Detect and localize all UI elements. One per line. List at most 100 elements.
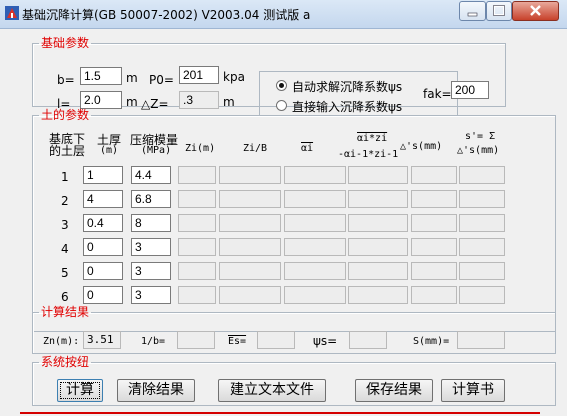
thickness-input[interactable]: 0	[83, 238, 123, 256]
thickness-input[interactable]: 4	[83, 190, 123, 208]
alpha-diff-cell	[348, 262, 408, 280]
clear-results-button[interactable]: 清除结果	[117, 379, 195, 402]
row-number: 2	[61, 194, 69, 208]
foundation-params-group: 基础参数 b= 1.5 m l= 2.0 m P0= 201 kpa △Z= .…	[32, 36, 506, 116]
modulus-input[interactable]: 6.8	[131, 190, 171, 208]
delta-s-cell	[411, 190, 457, 208]
header-thickness-unit: (m)	[100, 145, 119, 156]
divider-line	[20, 412, 540, 414]
p0-unit: kpa	[223, 70, 245, 84]
alpha-cell	[284, 190, 346, 208]
zib-cell	[219, 190, 281, 208]
es-label: Es=	[228, 336, 247, 347]
alpha-cell	[284, 214, 346, 232]
zi-cell	[178, 262, 216, 280]
header-alpha: αi	[301, 143, 314, 154]
header-modulus-unit: (MPa)	[141, 145, 172, 156]
header-delta-s: △'s(mm)	[400, 141, 443, 152]
soil-params-group: 土的参数 基底下的土层 土厚 (m) 压缩模量 (MPa) Zi(m) Zi/B…	[32, 109, 556, 332]
delta-s-cell	[411, 262, 457, 280]
close-button[interactable]	[512, 1, 559, 21]
zib-cell	[219, 262, 281, 280]
minimize-icon	[467, 12, 478, 17]
p0-label: P0=	[149, 73, 174, 87]
zi-cell	[178, 214, 216, 232]
soil-legend: 土的参数	[41, 108, 90, 122]
title-bar[interactable]: 基础沉降计算(GB 50007-2002) V2003.04 测试版 a	[0, 0, 567, 29]
auto-psi-radio[interactable]	[276, 80, 287, 91]
header-sum-top: s'= Σ	[465, 131, 496, 142]
alpha-cell	[284, 262, 346, 280]
psi-label: ψs=	[313, 334, 338, 348]
alpha-cell	[284, 286, 346, 304]
modulus-input[interactable]: 8	[131, 214, 171, 232]
b-unit: m	[126, 71, 138, 85]
results-legend: 计算结果	[41, 305, 90, 319]
auto-psi-label[interactable]: 自动求解沉降系数ψs	[292, 78, 402, 95]
system-buttons-group: 系统按纽 计算 清除结果 建立文本文件 保存结果 计算书	[32, 356, 556, 406]
row-number: 6	[61, 290, 69, 304]
modulus-input[interactable]: 3	[131, 262, 171, 280]
app-icon	[4, 5, 20, 21]
inv-b-label: 1/b=	[141, 336, 166, 347]
header-sum-bottom: △'s(mm)	[457, 145, 500, 156]
sum-s-cell	[459, 166, 505, 184]
sum-s-cell	[459, 262, 505, 280]
alpha-diff-cell	[348, 214, 408, 232]
client-area: 基础参数 b= 1.5 m l= 2.0 m P0= 201 kpa △Z= .…	[4, 29, 563, 416]
alpha-cell	[284, 166, 346, 184]
zib-cell	[219, 214, 281, 232]
modulus-input[interactable]: 3	[131, 286, 171, 304]
save-results-button[interactable]: 保存结果	[355, 379, 433, 402]
app-window: 基础沉降计算(GB 50007-2002) V2003.04 测试版 a 基础参…	[0, 0, 567, 416]
modulus-input[interactable]: 3	[131, 238, 171, 256]
alpha-diff-cell	[348, 286, 408, 304]
report-button[interactable]: 计算书	[441, 379, 505, 402]
row-number: 1	[61, 170, 69, 184]
zn-label: Zn(m):	[43, 336, 80, 347]
fak-input[interactable]: 200	[451, 81, 489, 99]
zi-cell	[178, 238, 216, 256]
maximize-icon	[493, 5, 505, 16]
sum-s-cell	[459, 238, 505, 256]
foundation-legend: 基础参数	[41, 36, 90, 50]
minimize-button[interactable]	[459, 1, 486, 21]
calculate-button[interactable]: 计算	[57, 379, 103, 402]
create-text-file-button[interactable]: 建立文本文件	[218, 379, 326, 402]
b-input[interactable]: 1.5	[80, 67, 122, 85]
s-field	[457, 331, 505, 349]
b-label: b=	[57, 73, 75, 87]
sum-s-cell	[459, 190, 505, 208]
sum-s-cell	[459, 214, 505, 232]
thickness-input[interactable]: 0.4	[83, 214, 123, 232]
close-icon	[530, 5, 541, 16]
modulus-input[interactable]: 4.4	[131, 166, 171, 184]
header-alpha-diff-top: αi*zi	[357, 133, 388, 144]
maximize-button[interactable]	[486, 1, 512, 21]
alpha-diff-cell	[348, 190, 408, 208]
thickness-input[interactable]: 0	[83, 262, 123, 280]
thickness-input[interactable]: 0	[83, 286, 123, 304]
results-group: 计算结果 Zn(m): 3.51 1/b= Es= ψs= S(mm)=	[32, 306, 556, 354]
window-title: 基础沉降计算(GB 50007-2002) V2003.04 测试版 a	[22, 8, 311, 22]
header-alpha-diff-bottom: -αi-1*zi-1	[338, 149, 399, 160]
s-label: S(mm)=	[413, 336, 450, 347]
dz-field: .3	[179, 91, 219, 109]
zi-cell	[178, 190, 216, 208]
header-zi: Zi(m)	[185, 143, 216, 154]
alpha-diff-cell	[348, 166, 408, 184]
dz-unit: m	[223, 95, 235, 109]
zib-cell	[219, 286, 281, 304]
alpha-cell	[284, 238, 346, 256]
psi-field	[349, 331, 387, 349]
inv-b-field	[177, 331, 215, 349]
zib-cell	[219, 166, 281, 184]
es-field	[257, 331, 295, 349]
p0-input[interactable]: 201	[179, 66, 219, 84]
delta-s-cell	[411, 214, 457, 232]
fak-label: fak=	[423, 87, 452, 101]
thickness-input[interactable]: 1	[83, 166, 123, 184]
sum-s-cell	[459, 286, 505, 304]
l-input[interactable]: 2.0	[80, 91, 122, 109]
zib-cell	[219, 238, 281, 256]
